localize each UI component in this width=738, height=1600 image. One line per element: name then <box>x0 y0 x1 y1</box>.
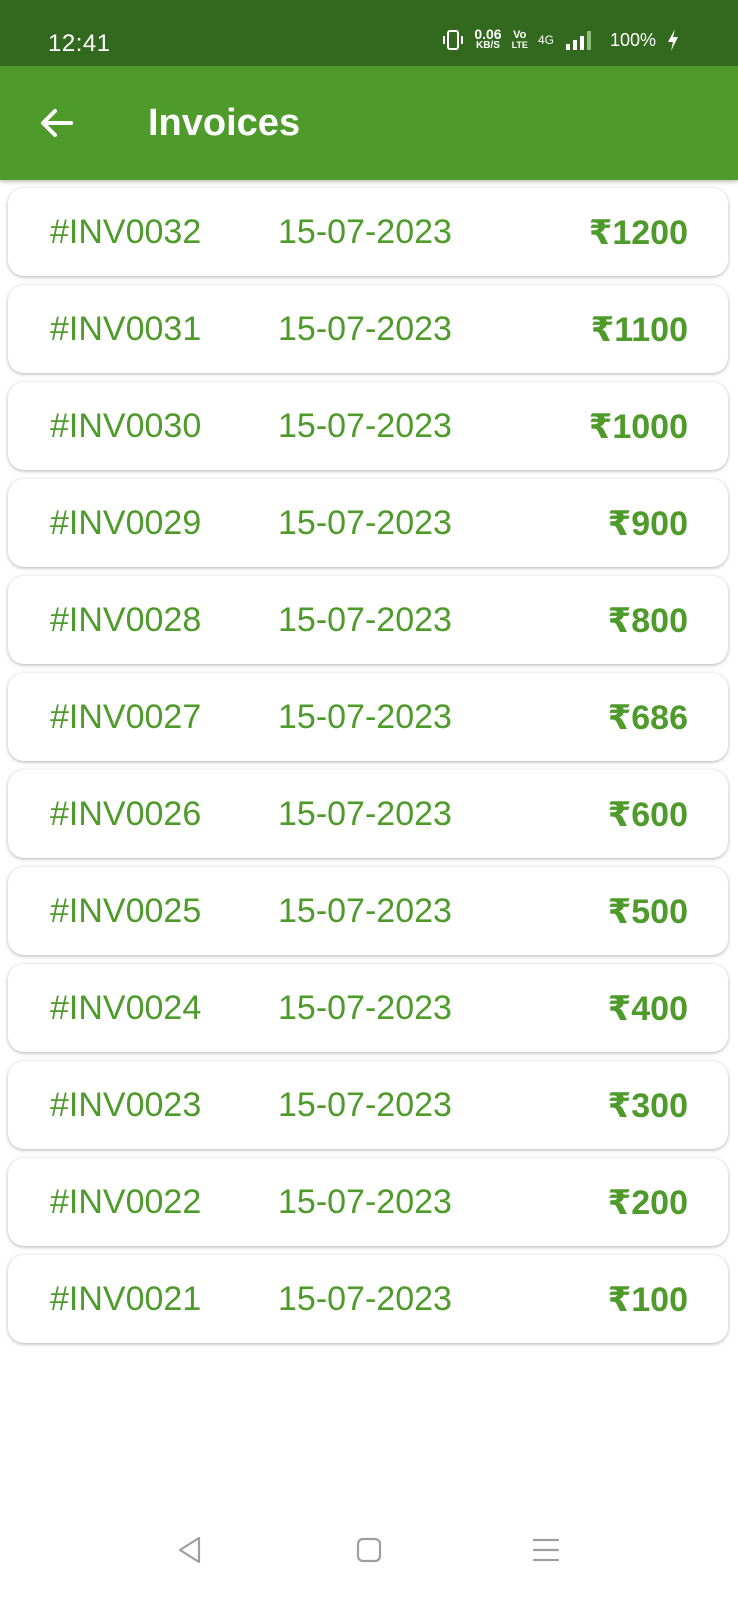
vibrate-icon <box>443 30 464 50</box>
invoice-card[interactable]: #INV0031 15-07-2023 ₹1100 <box>8 285 728 373</box>
invoice-card[interactable]: #INV0022 15-07-2023 ₹200 <box>8 1158 728 1246</box>
invoice-card[interactable]: #INV0030 15-07-2023 ₹1000 <box>8 382 728 470</box>
battery-level: 100% <box>609 29 656 50</box>
invoice-card[interactable]: #INV0023 15-07-2023 ₹300 <box>8 1061 728 1149</box>
nav-back-icon <box>178 1536 201 1564</box>
nav-back-button[interactable] <box>162 1522 218 1578</box>
invoice-amount: ₹1000 <box>588 408 688 446</box>
volte-bottom: LTE <box>511 40 528 50</box>
invoice-date: 15-07-2023 <box>278 504 452 542</box>
status-time: 12:41 <box>48 30 111 57</box>
invoice-card[interactable]: #INV0032 15-07-2023 ₹1200 <box>8 188 728 276</box>
invoice-date: 15-07-2023 <box>278 213 452 251</box>
invoice-amount: ₹686 <box>607 699 688 737</box>
volte-top: Vo <box>513 29 527 41</box>
invoice-amount: ₹100 <box>607 1281 688 1319</box>
net-speed-value: 0.06 <box>474 26 502 42</box>
invoice-amount: ₹500 <box>607 893 688 931</box>
invoice-amount: ₹1100 <box>590 311 688 349</box>
invoice-id: #INV0028 <box>50 601 202 639</box>
invoice-date: 15-07-2023 <box>278 698 452 736</box>
nav-menu-button[interactable] <box>518 1522 574 1578</box>
invoice-date: 15-07-2023 <box>278 1183 452 1221</box>
invoice-date: 15-07-2023 <box>278 601 452 639</box>
invoice-id: #INV0025 <box>50 892 202 930</box>
invoice-date: 15-07-2023 <box>278 892 452 930</box>
invoice-date: 15-07-2023 <box>278 1086 452 1124</box>
invoice-id: #INV0022 <box>50 1183 202 1221</box>
arrow-left-icon <box>41 109 73 137</box>
network-type: 4G <box>537 33 554 47</box>
invoice-date: 15-07-2023 <box>278 795 452 833</box>
invoice-amount: ₹800 <box>607 602 688 640</box>
charging-bolt-icon <box>668 29 678 51</box>
nav-menu-icon <box>532 1538 560 1562</box>
invoice-id: #INV0023 <box>50 1086 202 1124</box>
page-title: Invoices <box>148 102 301 144</box>
invoice-id: #INV0030 <box>50 407 202 445</box>
invoice-amount: ₹900 <box>607 505 688 543</box>
invoice-amount: ₹600 <box>607 796 688 834</box>
invoice-card[interactable]: #INV0027 15-07-2023 ₹686 <box>8 673 728 761</box>
net-speed: 0.06 KB/S <box>474 26 502 51</box>
nav-home-button[interactable] <box>341 1522 397 1578</box>
invoice-card[interactable]: #INV0026 15-07-2023 ₹600 <box>8 770 728 858</box>
invoice-card[interactable]: #INV0025 15-07-2023 ₹500 <box>8 867 728 955</box>
status-bar: 12:41 0.06 KB/S Vo LTE 4G 100% <box>0 0 738 66</box>
status-icons: 0.06 KB/S Vo LTE 4G 100% <box>442 26 680 52</box>
invoice-id: #INV0032 <box>50 213 202 251</box>
invoice-amount: ₹400 <box>607 990 688 1028</box>
invoice-id: #INV0026 <box>50 795 202 833</box>
invoice-id: #INV0024 <box>50 989 202 1027</box>
app-bar: Invoices <box>0 66 738 180</box>
invoice-date: 15-07-2023 <box>278 989 452 1027</box>
invoice-date: 15-07-2023 <box>278 310 452 348</box>
invoice-id: #INV0029 <box>50 504 202 542</box>
invoice-date: 15-07-2023 <box>278 407 452 445</box>
back-button[interactable] <box>30 96 84 150</box>
invoice-card[interactable]: #INV0024 15-07-2023 ₹400 <box>8 964 728 1052</box>
invoice-amount: ₹200 <box>607 1184 688 1222</box>
nav-home-icon <box>356 1537 382 1563</box>
volte-indicator: Vo LTE <box>511 29 528 51</box>
invoice-id: #INV0021 <box>50 1280 202 1318</box>
invoice-amount: ₹300 <box>607 1087 688 1125</box>
invoice-date: 15-07-2023 <box>278 1280 452 1318</box>
signal-icon <box>565 31 591 50</box>
invoice-id: #INV0031 <box>50 310 202 348</box>
invoice-amount: ₹1200 <box>588 214 688 252</box>
net-speed-unit: KB/S <box>476 40 500 51</box>
invoice-card[interactable]: #INV0028 15-07-2023 ₹800 <box>8 576 728 664</box>
invoice-card[interactable]: #INV0029 15-07-2023 ₹900 <box>8 479 728 567</box>
invoice-id: #INV0027 <box>50 698 202 736</box>
invoice-card[interactable]: #INV0021 15-07-2023 ₹100 <box>8 1255 728 1343</box>
system-nav-bar <box>0 1500 738 1600</box>
